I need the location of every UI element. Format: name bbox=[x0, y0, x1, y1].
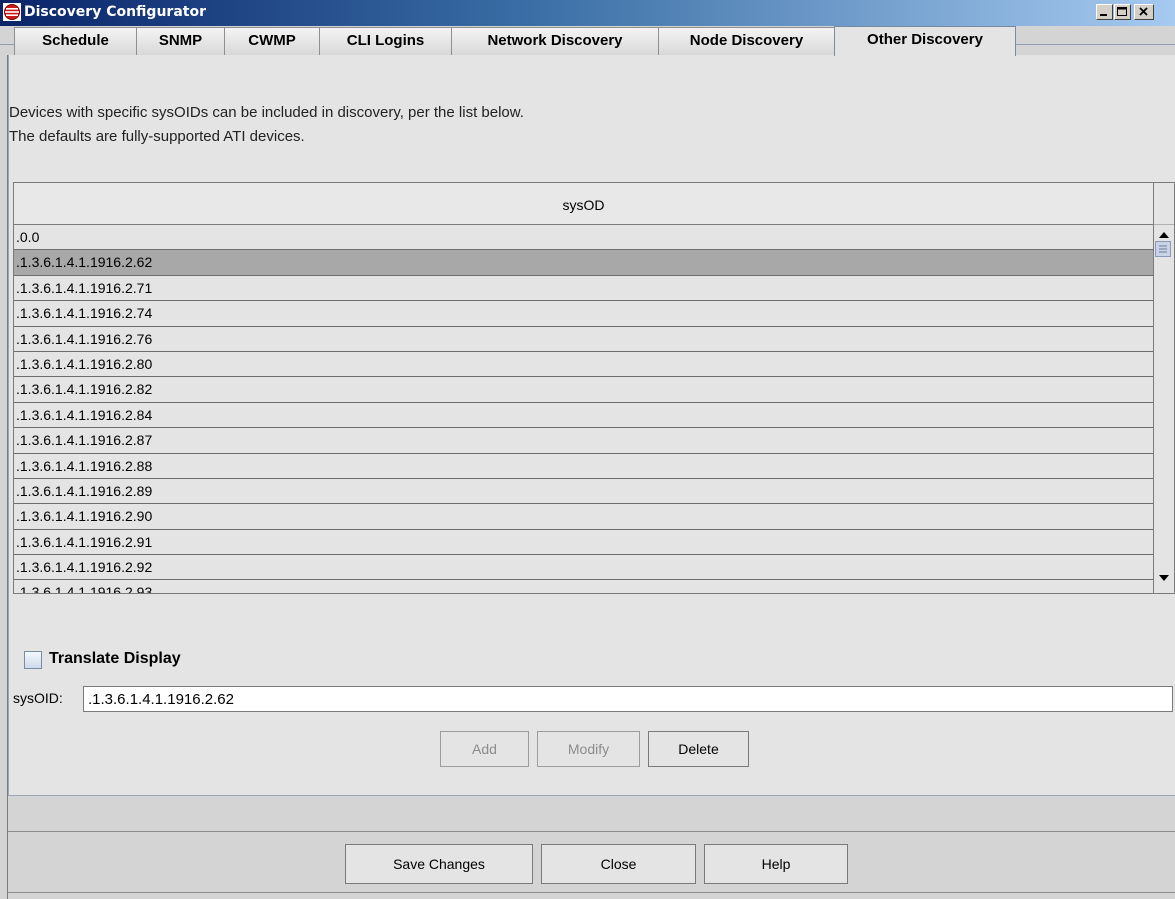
help-button[interactable]: Help bbox=[704, 844, 848, 884]
table-row[interactable]: .1.3.6.1.4.1.1916.2.80 bbox=[14, 351, 1154, 378]
scrollbar-thumb[interactable] bbox=[1155, 241, 1171, 257]
translate-display-label[interactable]: Translate Display bbox=[49, 650, 181, 668]
sysoid-table: sysOD .0.0.1.3.6.1.4.1.1916.2.62.1.3.6.1… bbox=[13, 182, 1175, 594]
maximize-icon bbox=[1117, 7, 1127, 16]
scroll-up-arrow-icon[interactable] bbox=[1157, 228, 1171, 242]
minimize-icon bbox=[1100, 14, 1107, 16]
grip-icon bbox=[1159, 245, 1167, 253]
table-row[interactable]: .1.3.6.1.4.1.1916.2.93 bbox=[14, 580, 1154, 593]
table-row[interactable]: .1.3.6.1.4.1.1916.2.82 bbox=[14, 377, 1154, 403]
translate-display-checkbox[interactable] bbox=[24, 651, 42, 669]
table-vertical-scrollbar[interactable] bbox=[1154, 225, 1174, 593]
tab-snmp[interactable]: SNMP bbox=[136, 27, 225, 55]
sysoid-input[interactable] bbox=[83, 686, 1173, 712]
table-row[interactable]: .1.3.6.1.4.1.1916.2.91 bbox=[14, 529, 1154, 556]
table-header-corner bbox=[1154, 183, 1174, 225]
table-body: .0.0.1.3.6.1.4.1.1916.2.62.1.3.6.1.4.1.1… bbox=[14, 225, 1154, 593]
window-title: Discovery Configurator bbox=[24, 4, 206, 20]
title-bar[interactable]: Discovery Configurator bbox=[0, 0, 1175, 26]
description-line-2: The defaults are fully-supported ATI dev… bbox=[9, 128, 305, 145]
table-row[interactable]: .1.3.6.1.4.1.1916.2.92 bbox=[14, 555, 1154, 581]
close-icon bbox=[1139, 7, 1148, 16]
tab-node-discovery[interactable]: Node Discovery bbox=[658, 27, 835, 55]
tab-cwmp[interactable]: CWMP bbox=[224, 27, 320, 55]
app-red-globe-icon bbox=[3, 3, 21, 21]
modify-button[interactable]: Modify bbox=[537, 731, 640, 767]
table-row[interactable]: .1.3.6.1.4.1.1916.2.88 bbox=[14, 453, 1154, 479]
tab-cli-logins[interactable]: CLI Logins bbox=[319, 27, 452, 55]
scroll-down-arrow-icon[interactable] bbox=[1157, 571, 1171, 585]
tab-network-discovery[interactable]: Network Discovery bbox=[451, 27, 659, 55]
table-row[interactable]: .1.3.6.1.4.1.1916.2.87 bbox=[14, 428, 1154, 454]
sysoid-label: sysOID: bbox=[13, 690, 63, 706]
table-row[interactable]: .1.3.6.1.4.1.1916.2.76 bbox=[14, 326, 1154, 352]
status-area bbox=[8, 796, 1175, 830]
table-row[interactable]: .1.3.6.1.4.1.1916.2.62 bbox=[14, 250, 1154, 276]
table-row[interactable]: .1.3.6.1.4.1.1916.2.71 bbox=[14, 275, 1154, 302]
add-button[interactable]: Add bbox=[440, 731, 529, 767]
description-line-1: Devices with specific sysOIDs can be inc… bbox=[9, 104, 524, 121]
footer-bottom-border bbox=[8, 892, 1175, 893]
table-row[interactable]: .1.3.6.1.4.1.1916.2.90 bbox=[14, 504, 1154, 530]
table-row[interactable]: .0.0 bbox=[14, 225, 1154, 251]
maximize-button[interactable] bbox=[1114, 4, 1131, 20]
table-row[interactable]: .1.3.6.1.4.1.1916.2.74 bbox=[14, 301, 1154, 327]
save-changes-button[interactable]: Save Changes bbox=[345, 844, 533, 884]
tab-other-discovery[interactable]: Other Discovery bbox=[834, 26, 1016, 56]
table-row[interactable]: .1.3.6.1.4.1.1916.2.84 bbox=[14, 402, 1154, 429]
delete-button[interactable]: Delete bbox=[648, 731, 749, 767]
discovery-configurator-window: Discovery Configurator Schedule SNMP CWM… bbox=[0, 0, 1175, 899]
tab-schedule[interactable]: Schedule bbox=[14, 27, 137, 55]
column-header-sysod[interactable]: sysOD bbox=[14, 183, 1154, 225]
table-row[interactable]: .1.3.6.1.4.1.1916.2.89 bbox=[14, 478, 1154, 505]
minimize-button[interactable] bbox=[1096, 4, 1113, 20]
close-dialog-button[interactable]: Close bbox=[541, 844, 696, 884]
close-button[interactable] bbox=[1134, 4, 1154, 20]
